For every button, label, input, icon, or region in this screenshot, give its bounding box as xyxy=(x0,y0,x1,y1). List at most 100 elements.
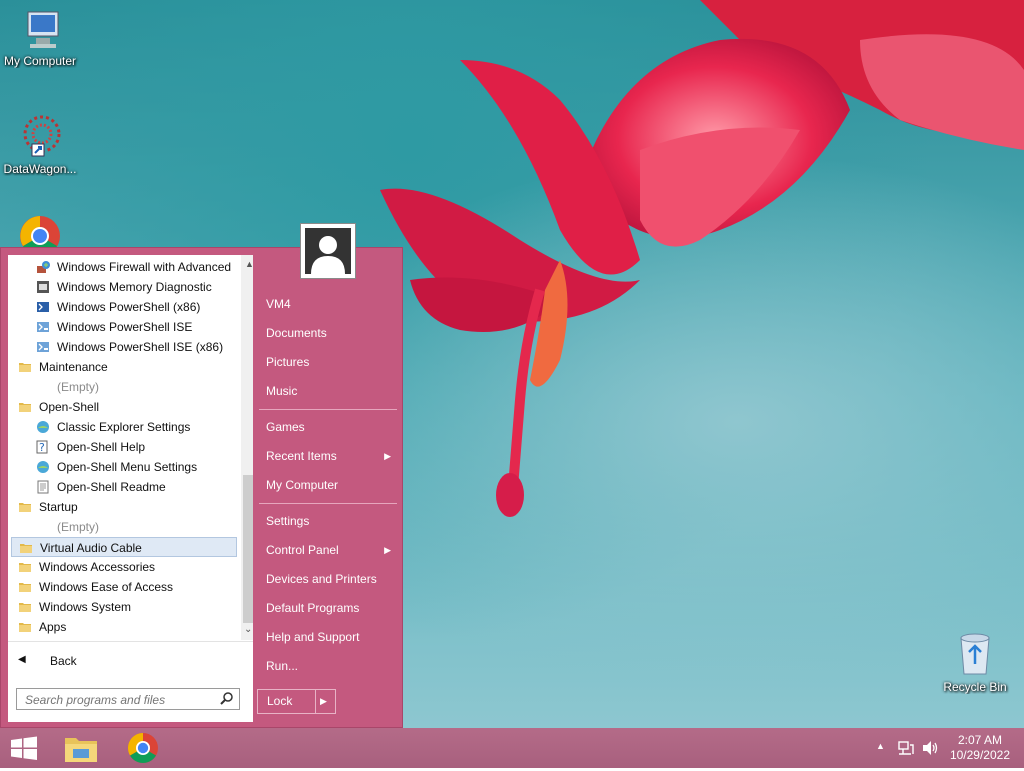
program-item-label: Open-Shell Help xyxy=(57,440,146,454)
desktop-icon-datawagon[interactable]: DataWagon... xyxy=(0,112,80,176)
program-item-label: Startup xyxy=(39,500,78,514)
folder-icon xyxy=(18,360,32,374)
program-item[interactable]: ? Open-Shell Help xyxy=(8,437,234,457)
start-right-item[interactable]: Pictures xyxy=(259,349,397,375)
start-right-item[interactable]: Settings xyxy=(259,508,397,534)
lock-options-arrow-icon[interactable]: ▶ xyxy=(320,690,327,713)
program-item[interactable]: (Empty) xyxy=(8,517,234,537)
program-item[interactable]: Windows PowerShell ISE xyxy=(8,317,234,337)
program-item-label: Apps xyxy=(39,620,67,634)
start-right-item[interactable]: VM4 xyxy=(259,291,397,317)
start-right-item-label: Music xyxy=(266,384,298,398)
scroll-down-icon[interactable]: ⌄ xyxy=(244,624,252,635)
menu-separator xyxy=(259,409,397,410)
taskbar: ▲ 2:07 AM 10/29/2022 xyxy=(0,728,1024,768)
back-button[interactable]: ◀ Back xyxy=(8,648,253,674)
folder-icon xyxy=(18,560,32,574)
start-right-item-label: Pictures xyxy=(266,355,310,369)
clock-date: 10/29/2022 xyxy=(949,748,1010,762)
program-item[interactable]: Windows System xyxy=(8,597,234,617)
program-item[interactable]: Windows Accessories xyxy=(8,557,234,577)
user-icon xyxy=(311,236,345,274)
start-right-item[interactable]: My Computer xyxy=(259,472,397,498)
start-right-item-label: Default Programs xyxy=(266,601,360,615)
back-label: Back xyxy=(50,654,77,668)
program-item-label: Open-Shell xyxy=(39,400,100,414)
program-item-label: Classic Explorer Settings xyxy=(57,420,191,434)
program-item-label: Windows Ease of Access xyxy=(39,580,174,594)
desktop-icon-recycle-bin[interactable]: Recycle Bin xyxy=(935,630,1015,694)
powershell-ise-icon xyxy=(36,340,50,354)
program-item[interactable]: Startup xyxy=(8,497,234,517)
powershell-ise-icon xyxy=(36,320,50,334)
computer-icon xyxy=(27,11,59,48)
start-right-item[interactable]: Devices and Printers xyxy=(259,566,397,592)
user-avatar[interactable] xyxy=(300,223,356,279)
desktop-icon-my-computer[interactable]: My Computer xyxy=(0,8,80,68)
scroll-up-icon[interactable]: ▲ xyxy=(245,259,253,269)
show-hidden-icons-icon[interactable]: ▲ xyxy=(876,741,885,751)
start-right-item[interactable]: Help and Support xyxy=(259,624,397,650)
program-item[interactable]: Windows PowerShell (x86) xyxy=(8,297,234,317)
volume-icon[interactable] xyxy=(921,739,939,757)
desktop-icon-label: DataWagon... xyxy=(3,162,77,176)
start-right-item[interactable]: Default Programs xyxy=(259,595,397,621)
desktop-icon-chrome[interactable] xyxy=(0,212,80,248)
start-right-item-label: Devices and Printers xyxy=(266,572,377,586)
start-right-item-label: Settings xyxy=(266,514,310,528)
program-item[interactable]: Windows Memory Diagnostic xyxy=(8,277,234,297)
powershell-icon xyxy=(36,300,50,314)
file-explorer-icon xyxy=(65,738,97,762)
divider xyxy=(8,641,253,642)
start-right-item[interactable]: Recent Items ▶ xyxy=(259,443,397,469)
shell-settings-icon xyxy=(36,420,50,434)
start-right-item-label: Run... xyxy=(266,659,299,673)
submenu-arrow-icon: ▶ xyxy=(384,451,391,461)
back-area: ◀ Back xyxy=(8,640,253,678)
program-item[interactable]: Windows Firewall with Advanced xyxy=(8,257,234,277)
search-input[interactable] xyxy=(23,690,217,710)
program-item[interactable]: Windows PowerShell ISE (x86) xyxy=(8,337,234,357)
memory-diagnostic-icon xyxy=(36,280,50,294)
program-item[interactable]: Open-Shell xyxy=(8,397,234,417)
start-right-item-label: Control Panel xyxy=(266,543,339,557)
recycle-bin-icon xyxy=(960,633,990,675)
clock[interactable]: 2:07 AM 10/29/2022 xyxy=(950,733,1010,763)
program-item[interactable]: Apps xyxy=(8,617,234,637)
search-box[interactable] xyxy=(16,688,240,710)
start-right-item-label: Help and Support xyxy=(266,630,360,644)
search-icon[interactable] xyxy=(220,692,234,706)
program-item[interactable]: Virtual Audio Cable xyxy=(11,537,237,557)
start-right-item-label: VM4 xyxy=(266,297,291,311)
start-right-item[interactable]: Music xyxy=(259,378,397,404)
windows-logo-icon xyxy=(11,736,37,760)
program-item-label: Windows Firewall with Advanced xyxy=(57,260,232,274)
program-item[interactable]: Maintenance xyxy=(8,357,234,377)
program-item[interactable]: (Empty) xyxy=(8,377,234,397)
lock-button[interactable]: Lock ▶ xyxy=(257,689,336,714)
programs-scrollbar[interactable]: ▲ ⌄ xyxy=(241,255,253,640)
chrome-taskbar-button[interactable] xyxy=(120,728,166,768)
datawagon-icon xyxy=(23,115,61,157)
program-item[interactable]: Classic Explorer Settings xyxy=(8,417,234,437)
program-item-label: (Empty) xyxy=(57,380,99,394)
folder-icon xyxy=(18,400,32,414)
start-right-item[interactable]: Control Panel ▶ xyxy=(259,537,397,563)
program-item-label: Windows PowerShell (x86) xyxy=(57,300,201,314)
start-right-item[interactable]: Documents xyxy=(259,320,397,346)
start-right-item-label: My Computer xyxy=(266,478,339,492)
start-right-item-label: Documents xyxy=(266,326,327,340)
program-item[interactable]: Windows Ease of Access xyxy=(8,577,234,597)
start-right-item-label: Games xyxy=(266,420,305,434)
start-right-item[interactable]: Run... xyxy=(259,653,397,679)
program-item[interactable]: Open-Shell Readme xyxy=(8,477,234,497)
start-button[interactable] xyxy=(0,728,48,768)
start-right-item[interactable]: Games xyxy=(259,414,397,440)
scroll-thumb[interactable] xyxy=(243,475,253,623)
shell-settings-icon xyxy=(36,460,50,474)
program-item-label: Windows PowerShell ISE xyxy=(57,320,193,334)
file-explorer-taskbar-button[interactable] xyxy=(58,728,104,768)
program-item[interactable]: Open-Shell Menu Settings xyxy=(8,457,234,477)
program-item-label: Maintenance xyxy=(39,360,108,374)
network-icon[interactable] xyxy=(897,739,915,757)
